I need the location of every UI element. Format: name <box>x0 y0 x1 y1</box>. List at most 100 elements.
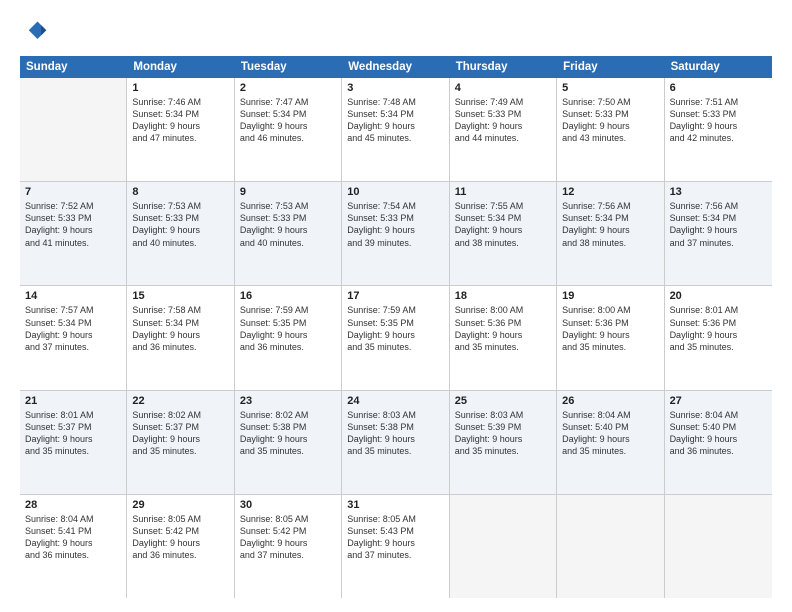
day-number: 27 <box>670 395 767 407</box>
cell-info-line: and 36 minutes. <box>240 341 336 353</box>
calendar-cell: 7Sunrise: 7:52 AMSunset: 5:33 PMDaylight… <box>20 182 127 285</box>
day-number: 15 <box>132 290 228 302</box>
cell-info-line: Sunset: 5:42 PM <box>240 525 336 537</box>
cell-info-line: Daylight: 9 hours <box>455 224 551 236</box>
day-number: 17 <box>347 290 443 302</box>
cell-info-line: and 46 minutes. <box>240 132 336 144</box>
cell-info-line: Sunset: 5:43 PM <box>347 525 443 537</box>
calendar: SundayMondayTuesdayWednesdayThursdayFrid… <box>20 56 772 598</box>
calendar-cell: 20Sunrise: 8:01 AMSunset: 5:36 PMDayligh… <box>665 286 772 389</box>
cell-info-line: and 35 minutes. <box>670 341 767 353</box>
cell-info-line: Sunrise: 8:02 AM <box>132 409 228 421</box>
calendar-cell: 17Sunrise: 7:59 AMSunset: 5:35 PMDayligh… <box>342 286 449 389</box>
calendar-cell: 25Sunrise: 8:03 AMSunset: 5:39 PMDayligh… <box>450 391 557 494</box>
calendar-cell: 3Sunrise: 7:48 AMSunset: 5:34 PMDaylight… <box>342 78 449 181</box>
cell-info-line: Sunset: 5:37 PM <box>132 421 228 433</box>
cell-info-line: Daylight: 9 hours <box>455 329 551 341</box>
cell-info-line: Sunrise: 7:48 AM <box>347 96 443 108</box>
day-number: 12 <box>562 186 658 198</box>
cell-info-line: and 35 minutes. <box>562 445 658 457</box>
day-number: 24 <box>347 395 443 407</box>
calendar-cell: 2Sunrise: 7:47 AMSunset: 5:34 PMDaylight… <box>235 78 342 181</box>
day-number: 1 <box>132 82 228 94</box>
calendar-row-4: 28Sunrise: 8:04 AMSunset: 5:41 PMDayligh… <box>20 495 772 598</box>
cell-info-line: Daylight: 9 hours <box>240 537 336 549</box>
calendar-cell: 6Sunrise: 7:51 AMSunset: 5:33 PMDaylight… <box>665 78 772 181</box>
cell-info-line: Sunset: 5:33 PM <box>562 108 658 120</box>
cell-info-line: Daylight: 9 hours <box>670 433 767 445</box>
cell-info-line: Sunset: 5:34 PM <box>562 212 658 224</box>
cell-info-line: and 38 minutes. <box>455 237 551 249</box>
cell-info-line: Daylight: 9 hours <box>240 120 336 132</box>
calendar-cell: 24Sunrise: 8:03 AMSunset: 5:38 PMDayligh… <box>342 391 449 494</box>
cell-info-line: Daylight: 9 hours <box>670 120 767 132</box>
cell-info-line: and 36 minutes. <box>25 549 121 561</box>
cell-info-line: Sunrise: 7:56 AM <box>670 200 767 212</box>
calendar-header: SundayMondayTuesdayWednesdayThursdayFrid… <box>20 56 772 78</box>
cell-info-line: Sunrise: 8:01 AM <box>25 409 121 421</box>
cell-info-line: Sunrise: 8:05 AM <box>347 513 443 525</box>
cell-info-line: Sunrise: 7:58 AM <box>132 304 228 316</box>
cell-info-line: and 37 minutes. <box>347 549 443 561</box>
calendar-cell: 26Sunrise: 8:04 AMSunset: 5:40 PMDayligh… <box>557 391 664 494</box>
calendar-cell: 18Sunrise: 8:00 AMSunset: 5:36 PMDayligh… <box>450 286 557 389</box>
day-number: 22 <box>132 395 228 407</box>
day-number: 21 <box>25 395 121 407</box>
cell-info-line: Daylight: 9 hours <box>25 537 121 549</box>
cell-info-line: Daylight: 9 hours <box>240 224 336 236</box>
cell-info-line: Sunset: 5:37 PM <box>25 421 121 433</box>
calendar-cell: 23Sunrise: 8:02 AMSunset: 5:38 PMDayligh… <box>235 391 342 494</box>
cell-info-line: and 36 minutes. <box>132 341 228 353</box>
cell-info-line: Sunset: 5:38 PM <box>347 421 443 433</box>
day-number: 10 <box>347 186 443 198</box>
cell-info-line: Sunset: 5:33 PM <box>132 212 228 224</box>
logo <box>20 18 52 46</box>
day-number: 14 <box>25 290 121 302</box>
cell-info-line: Daylight: 9 hours <box>132 537 228 549</box>
cell-info-line: Daylight: 9 hours <box>562 224 658 236</box>
day-number: 23 <box>240 395 336 407</box>
cell-info-line: Sunrise: 8:00 AM <box>562 304 658 316</box>
cell-info-line: Daylight: 9 hours <box>562 433 658 445</box>
cell-info-line: and 35 minutes. <box>347 445 443 457</box>
header-day-thursday: Thursday <box>450 56 557 78</box>
day-number: 7 <box>25 186 121 198</box>
cell-info-line: Daylight: 9 hours <box>132 120 228 132</box>
cell-info-line: Sunrise: 8:04 AM <box>562 409 658 421</box>
cell-info-line: Sunset: 5:33 PM <box>240 212 336 224</box>
cell-info-line: Sunset: 5:36 PM <box>670 317 767 329</box>
cell-info-line: Sunset: 5:34 PM <box>132 108 228 120</box>
cell-info-line: and 42 minutes. <box>670 132 767 144</box>
cell-info-line: Daylight: 9 hours <box>25 433 121 445</box>
calendar-cell: 14Sunrise: 7:57 AMSunset: 5:34 PMDayligh… <box>20 286 127 389</box>
cell-info-line: Sunset: 5:36 PM <box>455 317 551 329</box>
cell-info-line: Sunset: 5:38 PM <box>240 421 336 433</box>
cell-info-line: Sunset: 5:34 PM <box>670 212 767 224</box>
cell-info-line: and 44 minutes. <box>455 132 551 144</box>
day-number: 9 <box>240 186 336 198</box>
cell-info-line: Daylight: 9 hours <box>132 433 228 445</box>
day-number: 25 <box>455 395 551 407</box>
day-number: 28 <box>25 499 121 511</box>
cell-info-line: and 35 minutes. <box>455 341 551 353</box>
cell-info-line: Daylight: 9 hours <box>347 224 443 236</box>
cell-info-line: Sunrise: 7:52 AM <box>25 200 121 212</box>
cell-info-line: Sunrise: 8:03 AM <box>347 409 443 421</box>
calendar-cell <box>665 495 772 598</box>
day-number: 13 <box>670 186 767 198</box>
cell-info-line: and 37 minutes. <box>25 341 121 353</box>
cell-info-line: Daylight: 9 hours <box>132 329 228 341</box>
cell-info-line: Sunrise: 8:05 AM <box>240 513 336 525</box>
header-day-friday: Friday <box>557 56 664 78</box>
calendar-cell: 27Sunrise: 8:04 AMSunset: 5:40 PMDayligh… <box>665 391 772 494</box>
calendar-cell <box>557 495 664 598</box>
day-number: 11 <box>455 186 551 198</box>
day-number: 19 <box>562 290 658 302</box>
cell-info-line: and 43 minutes. <box>562 132 658 144</box>
calendar-cell: 29Sunrise: 8:05 AMSunset: 5:42 PMDayligh… <box>127 495 234 598</box>
day-number: 20 <box>670 290 767 302</box>
cell-info-line: Sunrise: 8:01 AM <box>670 304 767 316</box>
header-day-sunday: Sunday <box>20 56 127 78</box>
cell-info-line: Sunrise: 7:57 AM <box>25 304 121 316</box>
cell-info-line: and 45 minutes. <box>347 132 443 144</box>
